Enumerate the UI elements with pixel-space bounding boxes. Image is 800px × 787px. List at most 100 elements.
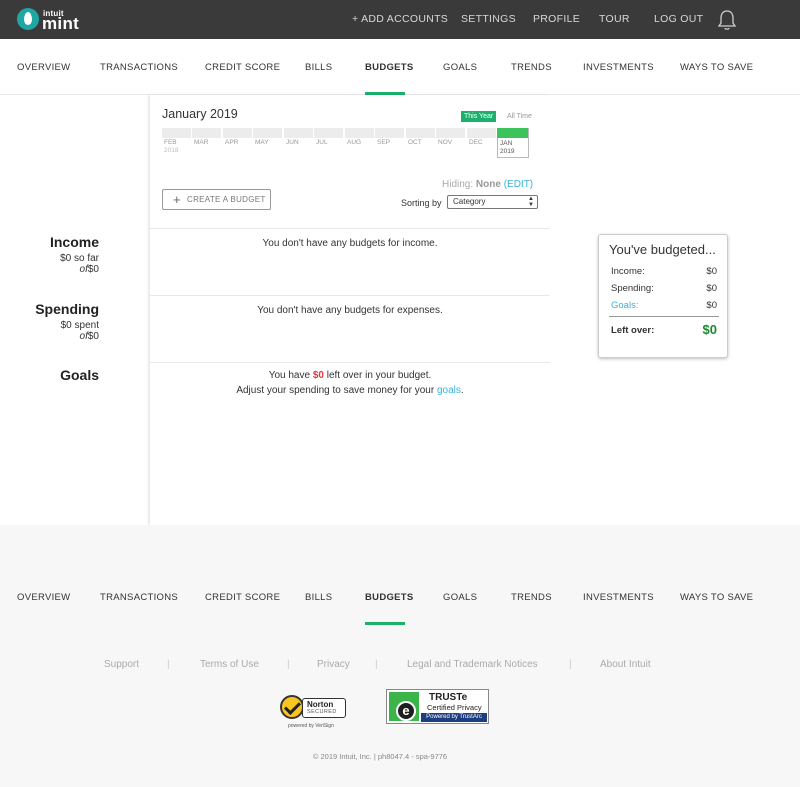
month-timeline: FEB 2018 MAR APR MAY JUN JUL AUG SEP OCT … bbox=[162, 128, 530, 158]
month-label: MAR bbox=[194, 139, 209, 146]
hiding-status: Hiding: None (EDIT) bbox=[442, 179, 533, 190]
month-label: SEP bbox=[377, 139, 391, 146]
income-title: Income bbox=[49, 234, 99, 250]
nav-transactions[interactable]: TRANSACTIONS bbox=[100, 62, 178, 73]
top-bar: intuit mint + ADD ACCOUNTS SETTINGS PROF… bbox=[0, 0, 800, 39]
month-title: January 2019 bbox=[162, 107, 238, 121]
footer-legal-link[interactable]: Legal and Trademark Notices bbox=[407, 659, 538, 670]
summary-leftover-label: Left over: bbox=[611, 325, 655, 336]
nav-budgets[interactable]: BUDGETS bbox=[365, 62, 414, 73]
all-time-button[interactable]: All Time bbox=[507, 113, 532, 120]
footer-nav-bills[interactable]: BILLS bbox=[305, 592, 332, 603]
footer-separator: | bbox=[167, 659, 170, 670]
month-year: 2019 bbox=[500, 148, 515, 155]
log-out-link[interactable]: LOG OUT bbox=[654, 0, 703, 39]
footer-nav-goals[interactable]: GOALS bbox=[443, 592, 477, 603]
goals-link[interactable]: goals bbox=[437, 385, 461, 396]
footer-separator: | bbox=[375, 659, 378, 670]
add-accounts-link[interactable]: + ADD ACCOUNTS bbox=[352, 0, 448, 39]
tour-link[interactable]: TOUR bbox=[599, 0, 630, 39]
month-cell[interactable]: MAR bbox=[192, 128, 221, 158]
profile-link[interactable]: PROFILE bbox=[533, 0, 580, 39]
spending-spent: $0 spent bbox=[60, 320, 99, 331]
summary-income-value: $0 bbox=[706, 266, 717, 277]
mint-leaf-icon bbox=[17, 8, 39, 30]
sort-select[interactable]: Category ▲ ▼ bbox=[447, 195, 538, 209]
nav-ways-to-save[interactable]: WAYS TO SAVE bbox=[680, 62, 753, 73]
sorting-label: Sorting by bbox=[401, 198, 442, 208]
footer-nav-ways-to-save[interactable]: WAYS TO SAVE bbox=[680, 592, 753, 603]
month-cell[interactable]: FEB 2018 bbox=[162, 128, 191, 158]
month-cell[interactable]: JUL bbox=[314, 128, 343, 158]
month-year: 2018 bbox=[164, 147, 179, 154]
footer-nav-trends[interactable]: TRENDS bbox=[511, 592, 552, 603]
month-label: DEC bbox=[469, 139, 483, 146]
spending-title: Spending bbox=[35, 301, 99, 317]
month-label: AUG bbox=[347, 139, 362, 146]
month-cell[interactable]: JUN bbox=[284, 128, 313, 158]
footer-separator: | bbox=[287, 659, 290, 670]
nav-overview[interactable]: OVERVIEW bbox=[17, 62, 70, 73]
footer-terms-link[interactable]: Terms of Use bbox=[200, 659, 259, 670]
month-cell[interactable]: SEP bbox=[375, 128, 404, 158]
hiding-value: None bbox=[475, 179, 501, 190]
nav-credit-score[interactable]: CREDIT SCORE bbox=[205, 62, 280, 73]
nav-bills[interactable]: BILLS bbox=[305, 62, 332, 73]
nav-investments[interactable]: INVESTMENTS bbox=[583, 62, 654, 73]
income-empty-message: You don't have any budgets for income. bbox=[262, 238, 438, 249]
truste-badge[interactable]: e TRUSTe Certified Privacy Powered by Tr… bbox=[386, 689, 489, 724]
month-cell[interactable]: MAY bbox=[253, 128, 282, 158]
nav-goals[interactable]: GOALS bbox=[443, 62, 477, 73]
summary-goals-link[interactable]: Goals: bbox=[611, 300, 638, 311]
nav-trends[interactable]: TRENDS bbox=[511, 62, 552, 73]
summary-leftover-row: Left over: $0 bbox=[611, 322, 717, 337]
footer-nav-credit-score[interactable]: CREDIT SCORE bbox=[205, 592, 280, 603]
this-year-button[interactable]: This Year bbox=[461, 111, 497, 122]
summary-goals-row: Goals: $0 bbox=[611, 300, 717, 311]
section-divider bbox=[150, 295, 550, 296]
plus-icon: + bbox=[173, 192, 181, 207]
spending-target: $0 bbox=[87, 331, 99, 342]
select-arrows-icon: ▲ ▼ bbox=[528, 196, 534, 208]
month-label: JUL bbox=[316, 139, 328, 146]
goals-msg-text: left over in your budget. bbox=[323, 370, 432, 381]
month-cell[interactable]: NOV bbox=[436, 128, 465, 158]
goals-msg-text: Adjust your spending to save money for y… bbox=[236, 385, 437, 396]
footer-nav-transactions[interactable]: TRANSACTIONS bbox=[100, 592, 178, 603]
footer-nav-budgets[interactable]: BUDGETS bbox=[365, 592, 414, 603]
edit-hidden-link[interactable]: (EDIT) bbox=[504, 179, 533, 190]
footer-support-link[interactable]: Support bbox=[104, 659, 139, 670]
section-divider bbox=[150, 362, 550, 363]
month-cell[interactable]: APR bbox=[223, 128, 252, 158]
spending-of-total: of$0 bbox=[80, 331, 99, 342]
month-cell-current[interactable]: JAN 2019 bbox=[497, 128, 529, 158]
of-label: of bbox=[79, 264, 88, 275]
create-budget-button[interactable]: + CREATE A BUDGET bbox=[162, 189, 271, 210]
norton-powered-text: powered by VeriSign bbox=[288, 723, 334, 729]
bell-icon[interactable] bbox=[717, 9, 737, 31]
norton-secured-badge[interactable]: Norton SECURED powered by VeriSign bbox=[280, 695, 348, 733]
income-of-total: of$0 bbox=[80, 264, 99, 275]
goals-title: Goals bbox=[60, 367, 99, 383]
footer-nav-investments[interactable]: INVESTMENTS bbox=[583, 592, 654, 603]
footer bbox=[0, 525, 800, 787]
settings-link[interactable]: SETTINGS bbox=[461, 0, 516, 39]
month-cell[interactable]: DEC bbox=[467, 128, 496, 158]
leftover-amount: $0 bbox=[312, 370, 324, 381]
month-label: FEB bbox=[164, 139, 177, 146]
month-label: APR bbox=[225, 139, 239, 146]
footer-separator: | bbox=[569, 659, 572, 670]
footer-about-link[interactable]: About Intuit bbox=[600, 659, 651, 670]
checkmark-icon bbox=[280, 695, 304, 719]
footer-nav-overview[interactable]: OVERVIEW bbox=[17, 592, 70, 603]
footer-privacy-link[interactable]: Privacy bbox=[317, 659, 350, 670]
of-label: of bbox=[79, 331, 88, 342]
copyright: © 2019 Intuit, Inc. | ph8047.4 - spa-977… bbox=[312, 752, 448, 761]
logo-mint-text: mint bbox=[42, 14, 80, 33]
summary-title: You've budgeted... bbox=[609, 242, 716, 257]
month-label: MAY bbox=[255, 139, 269, 146]
month-cell[interactable]: AUG bbox=[345, 128, 374, 158]
spending-empty-message: You don't have any budgets for expenses. bbox=[257, 305, 443, 316]
goals-msg-text: You have bbox=[268, 370, 313, 381]
month-cell[interactable]: OCT bbox=[406, 128, 435, 158]
